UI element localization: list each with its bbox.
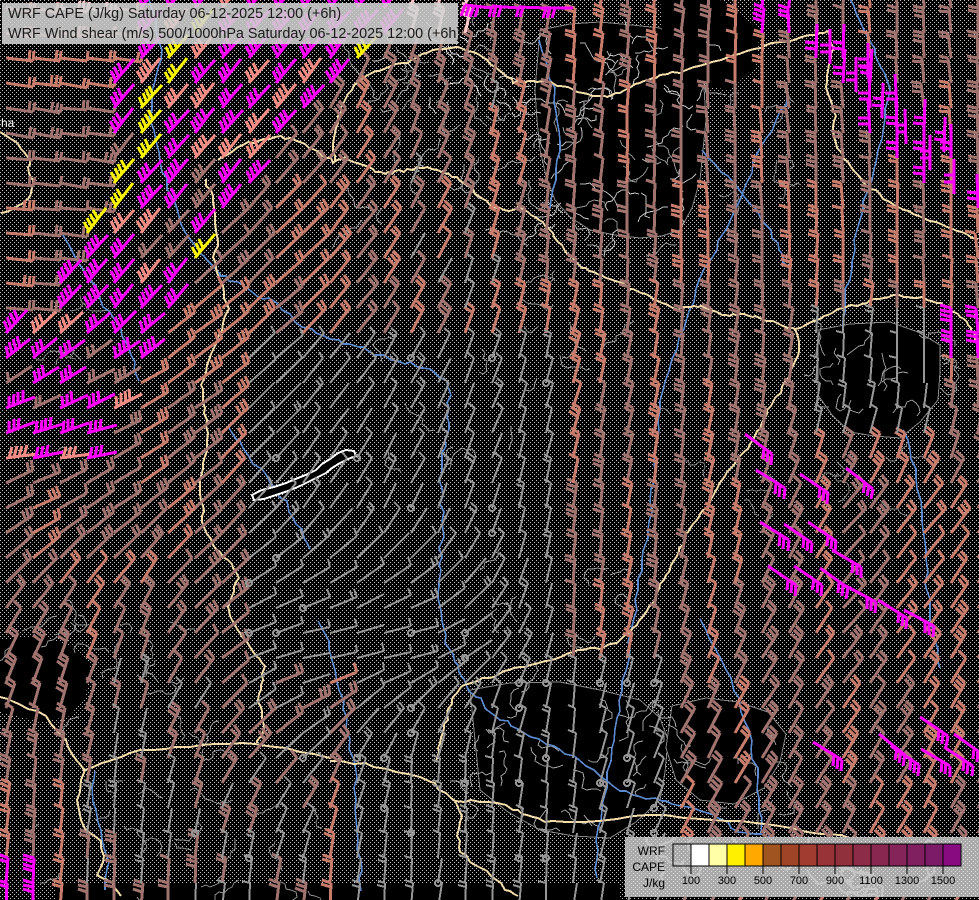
svg-text:1100: 1100 [859,875,883,887]
svg-text:700: 700 [790,875,808,887]
svg-text:J/kg: J/kg [643,876,665,890]
svg-text:ha: ha [1,116,15,130]
svg-text:1300: 1300 [895,875,919,887]
svg-text:900: 900 [826,875,844,887]
svg-text:1500: 1500 [931,875,955,887]
svg-text:300: 300 [718,875,736,887]
svg-text:100: 100 [682,875,700,887]
svg-text:500: 500 [754,875,772,887]
svg-text:CAPE: CAPE [632,860,665,874]
svg-text:WRF: WRF [638,844,665,858]
